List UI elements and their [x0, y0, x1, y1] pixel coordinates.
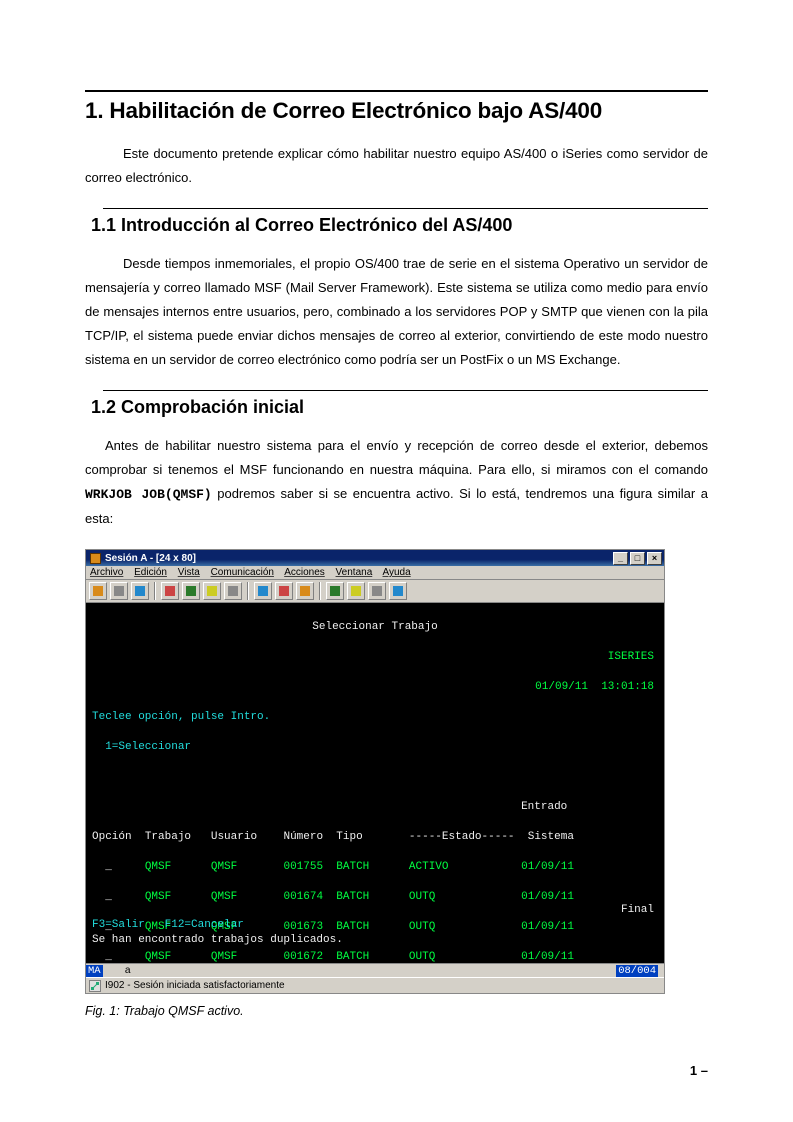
- doc-heading-1-2: 1.2 Comprobación inicial: [91, 397, 708, 418]
- minimize-button[interactable]: _: [613, 552, 628, 565]
- toolbar-button[interactable]: [275, 582, 293, 600]
- s1-paragraph: Desde tiempos inmemoriales, el propio OS…: [85, 252, 708, 372]
- toolbar-button[interactable]: [161, 582, 179, 600]
- menu-acciones[interactable]: Acciones: [284, 567, 325, 578]
- table-row: _ QMSF QMSF 001672 BATCH OUTQ 01/09/11: [92, 950, 658, 963]
- toolbar-button[interactable]: [254, 582, 272, 600]
- screen-title: Seleccionar Trabajo: [92, 620, 658, 635]
- oia-line: MAa 08/004: [86, 963, 664, 977]
- toolbar-button[interactable]: [326, 582, 344, 600]
- fkeys: F3=Salir F12=Cancelar: [92, 918, 244, 933]
- prompt-line: Teclee opción, pulse Intro.: [92, 710, 658, 725]
- figure-caption: Fig. 1: Trabajo QMSF activo.: [85, 1004, 708, 1018]
- status-bar: I902 - Sesión iniciada satisfactoriament…: [86, 977, 664, 993]
- intro-paragraph: Este documento pretende explicar cómo ha…: [85, 142, 708, 190]
- system-name: ISERIES: [608, 651, 654, 663]
- menu-vista[interactable]: Vista: [178, 567, 200, 578]
- menu-bar: Archivo Edición Vista Comunicación Accio…: [86, 566, 664, 580]
- page-number: 1 –: [690, 1063, 708, 1078]
- menu-archivo[interactable]: Archivo: [90, 567, 123, 578]
- maximize-button[interactable]: □: [630, 552, 645, 565]
- menu-ayuda[interactable]: Ayuda: [383, 567, 411, 578]
- s2-paragraph: Antes de habilitar nuestro sistema para …: [85, 434, 708, 531]
- message-line: Se han encontrado trabajos duplicados.: [92, 933, 343, 948]
- toolbar-button[interactable]: [203, 582, 221, 600]
- close-button[interactable]: ×: [647, 552, 662, 565]
- col-headers-top: Entrado: [92, 800, 658, 815]
- final-indicator: Final: [621, 903, 654, 918]
- terminal-window: Sesión A - [24 x 80] _ □ × Archivo Edici…: [85, 549, 665, 994]
- toolbar-button[interactable]: [110, 582, 128, 600]
- toolbar-button[interactable]: [296, 582, 314, 600]
- screen-date: 01/09/11: [535, 681, 588, 693]
- toolbar-button[interactable]: [89, 582, 107, 600]
- screen-time: 13:01:18: [601, 681, 654, 693]
- terminal-body: Seleccionar Trabajo ISERIES 01/09/11 13:…: [86, 603, 664, 963]
- toolbar-button[interactable]: [347, 582, 365, 600]
- app-icon: [90, 553, 101, 564]
- menu-comunicacion[interactable]: Comunicación: [211, 567, 274, 578]
- table-row: _ QMSF QMSF 001674 BATCH OUTQ 01/09/11: [92, 890, 658, 905]
- table-row: _ QMSF QMSF 001755 BATCH ACTIVO 01/09/11: [92, 860, 658, 875]
- col-headers: Opción Trabajo Usuario Número Tipo -----…: [92, 830, 658, 845]
- status-text: I902 - Sesión iniciada satisfactoriament…: [105, 980, 285, 991]
- toolbar-button[interactable]: [224, 582, 242, 600]
- window-titlebar: Sesión A - [24 x 80] _ □ ×: [86, 550, 664, 566]
- connection-icon: [89, 980, 101, 992]
- doc-heading-1: 1. Habilitación de Correo Electrónico ba…: [85, 98, 708, 124]
- toolbar: [86, 580, 664, 603]
- doc-heading-1-1: 1.1 Introducción al Correo Electrónico d…: [91, 215, 708, 236]
- toolbar-button[interactable]: [182, 582, 200, 600]
- toolbar-button[interactable]: [368, 582, 386, 600]
- inline-command: WRKJOB JOB(QMSF): [85, 487, 212, 502]
- option-hint: 1=Seleccionar: [92, 740, 658, 755]
- menu-edicion[interactable]: Edición: [134, 567, 167, 578]
- menu-ventana[interactable]: Ventana: [336, 567, 373, 578]
- toolbar-button[interactable]: [131, 582, 149, 600]
- window-title: Sesión A - [24 x 80]: [105, 553, 196, 564]
- toolbar-button[interactable]: [389, 582, 407, 600]
